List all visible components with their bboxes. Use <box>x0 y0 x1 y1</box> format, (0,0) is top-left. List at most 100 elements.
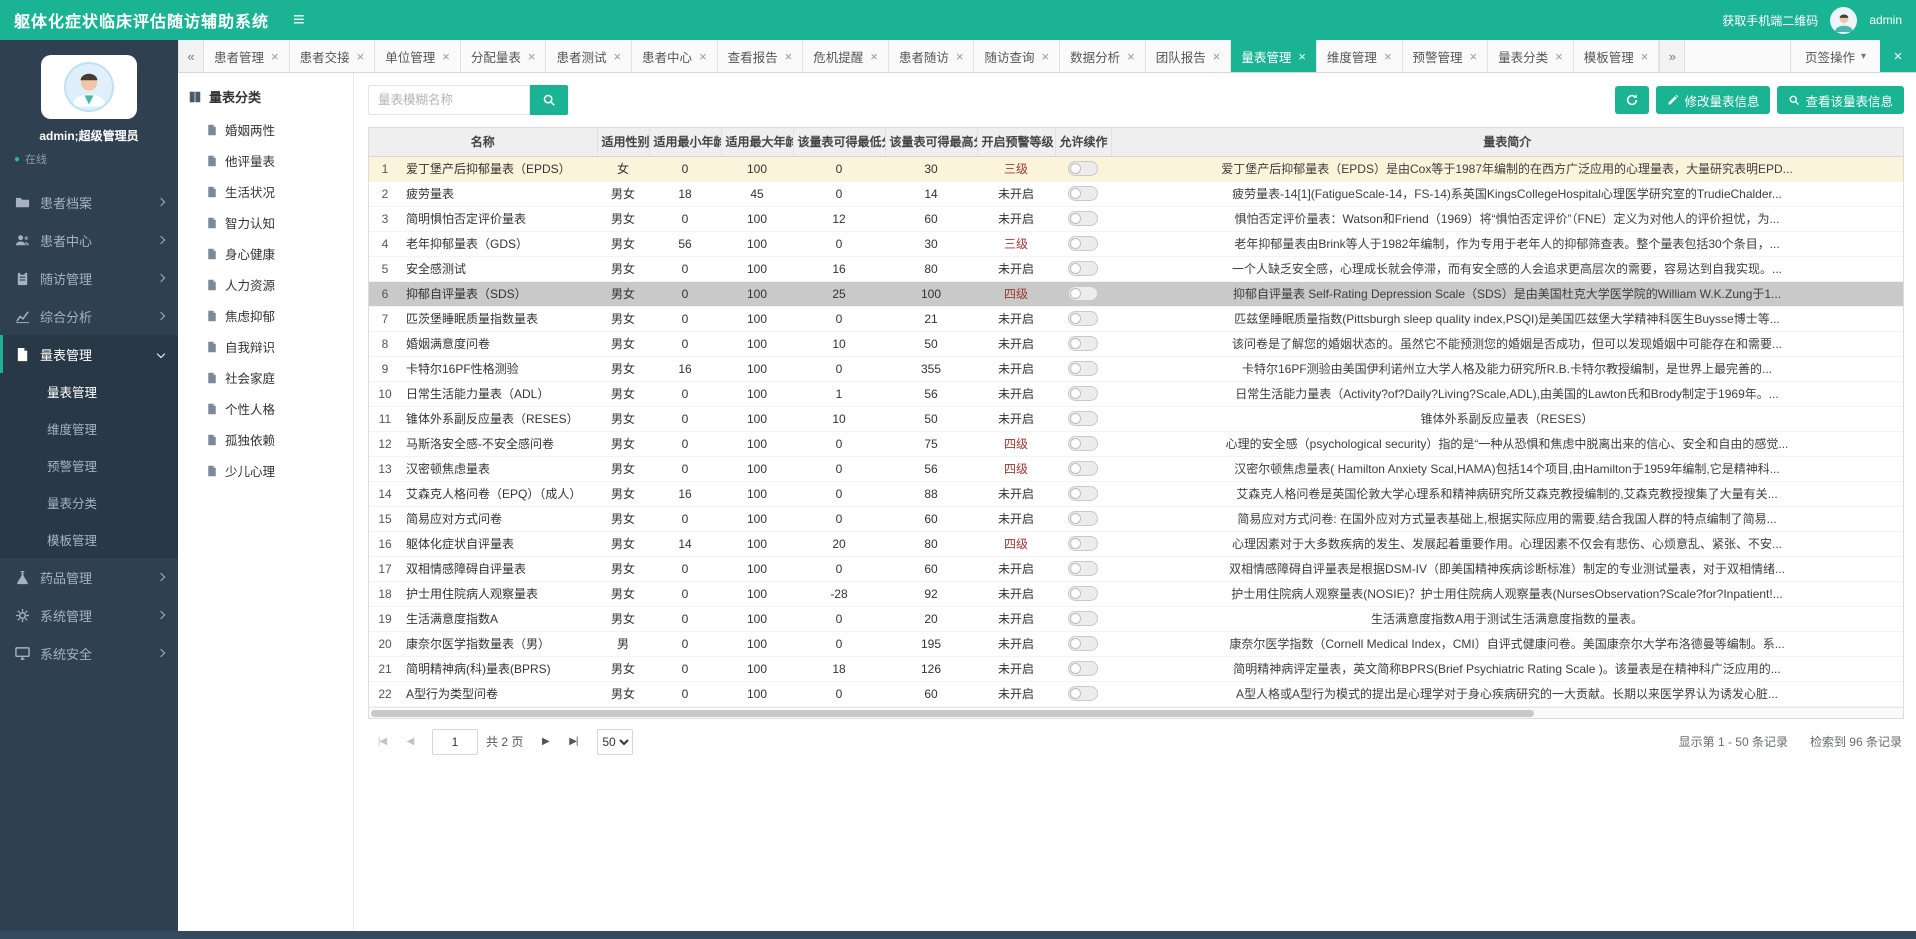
table-row[interactable]: 8 婚姻满意度问卷 男女 0 100 10 50 未开启 <box>369 331 1903 356</box>
tree-item-category[interactable]: 智力认知 <box>188 207 343 238</box>
doctor-avatar[interactable] <box>64 62 114 112</box>
allow-continue-toggle[interactable] <box>1068 261 1098 276</box>
search-button[interactable] <box>530 85 568 115</box>
tree-item-category[interactable]: 婚姻两性 <box>188 114 343 145</box>
allow-continue-toggle[interactable] <box>1068 661 1098 676</box>
allow-continue-toggle[interactable] <box>1068 511 1098 526</box>
tab[interactable]: 患者中心 × <box>632 40 718 72</box>
table-row[interactable]: 18 护士用住院病人观察量表 男女 0 100 -28 92 未开启 <box>369 581 1903 606</box>
allow-continue-toggle[interactable] <box>1068 286 1098 301</box>
tab[interactable]: 量表分类 × <box>1488 40 1574 72</box>
tree-item-category[interactable]: 孤独依赖 <box>188 424 343 455</box>
tab[interactable]: 分配量表 × <box>461 40 547 72</box>
table-row[interactable]: 11 锥体外系副反应量表（RESES） 男女 0 100 10 50 未开启 <box>369 406 1903 431</box>
table-row[interactable]: 7 匹茨堡睡眠质量指数量表 男女 0 100 0 21 未开启 <box>369 306 1903 331</box>
allow-continue-toggle[interactable] <box>1068 411 1098 426</box>
allow-continue-toggle[interactable] <box>1068 436 1098 451</box>
allow-continue-toggle[interactable] <box>1068 236 1098 251</box>
tree-item-category[interactable]: 生活状况 <box>188 176 343 207</box>
refresh-button[interactable] <box>1615 86 1649 114</box>
sidebar-subitem[interactable]: 量表管理 <box>0 373 178 410</box>
sidebar-item-system-security[interactable]: 系统安全 <box>0 634 178 672</box>
allow-continue-toggle[interactable] <box>1068 361 1098 376</box>
tree-item-category[interactable]: 身心健康 <box>188 238 343 269</box>
tree-item-category[interactable]: 自我辩识 <box>188 331 343 362</box>
tab-close-icon[interactable]: × <box>1470 50 1478 63</box>
tab[interactable]: 患者测试 × <box>546 40 632 72</box>
tab[interactable]: 患者管理 × <box>204 40 290 72</box>
tab-close-icon[interactable]: × <box>1127 50 1135 63</box>
allow-continue-toggle[interactable] <box>1068 161 1098 176</box>
prev-page-button[interactable]: ◀ <box>398 730 422 754</box>
next-page-button[interactable]: ▶ <box>533 730 557 754</box>
tab-close-icon[interactable]: × <box>442 50 450 63</box>
allow-continue-toggle[interactable] <box>1068 561 1098 576</box>
allow-continue-toggle[interactable] <box>1068 686 1098 701</box>
table-row[interactable]: 2 疲劳量表 男女 18 45 0 14 未开启 <box>369 181 1903 206</box>
tree-item-category[interactable]: 他评量表 <box>188 145 343 176</box>
table-row[interactable]: 13 汉密顿焦虑量表 男女 0 100 0 56 四级 <box>369 456 1903 481</box>
allow-continue-toggle[interactable] <box>1068 636 1098 651</box>
tab[interactable]: 团队报告 × <box>1146 40 1232 72</box>
tab[interactable]: 维度管理 × <box>1317 40 1403 72</box>
tab-close-icon[interactable]: × <box>1213 50 1221 63</box>
tree-item-category[interactable]: 人力资源 <box>188 269 343 300</box>
tab[interactable]: 危机提醒 × <box>803 40 889 72</box>
sidebar-item-patient-center[interactable]: 患者中心 <box>0 221 178 259</box>
allow-continue-toggle[interactable] <box>1068 211 1098 226</box>
tree-item-category[interactable]: 少儿心理 <box>188 455 343 486</box>
table-row[interactable]: 17 双相情感障碍自评量表 男女 0 100 0 60 未开启 <box>369 556 1903 581</box>
tab-close-icon[interactable]: × <box>1555 50 1563 63</box>
tree-item-category[interactable]: 焦虑抑郁 <box>188 300 343 331</box>
table-row[interactable]: 4 老年抑郁量表（GDS） 男女 56 100 0 30 三级 <box>369 231 1903 256</box>
tab-close-icon[interactable]: × <box>1298 50 1306 63</box>
tree-item-category[interactable]: 个性人格 <box>188 393 343 424</box>
table-row[interactable]: 19 生活满意度指数A 男女 0 100 0 20 未开启 <box>369 606 1903 631</box>
tab-close-icon[interactable]: × <box>956 50 964 63</box>
tab[interactable]: 数据分析 × <box>1060 40 1146 72</box>
allow-continue-toggle[interactable] <box>1068 386 1098 401</box>
allow-continue-toggle[interactable] <box>1068 311 1098 326</box>
table-row[interactable]: 10 日常生活能力量表（ADL） 男女 0 100 1 56 未开启 <box>369 381 1903 406</box>
last-page-button[interactable]: ▶| <box>561 730 585 754</box>
menu-toggle-icon[interactable]: ≡ <box>293 10 305 30</box>
tabs-scroll-right-button[interactable]: » <box>1659 40 1685 72</box>
tab-close-icon[interactable]: × <box>785 50 793 63</box>
sidebar-item-analysis[interactable]: 综合分析 <box>0 297 178 335</box>
qr-code-link[interactable]: 获取手机端二维码 <box>1722 12 1818 29</box>
sidebar-subitem[interactable]: 模板管理 <box>0 521 178 558</box>
table-row[interactable]: 21 简明精神病(科)量表(BPRS) 男女 0 100 18 126 未开启 <box>369 656 1903 681</box>
tab-operations-dropdown[interactable]: 页签操作 ▾ <box>1790 40 1880 72</box>
sidebar-subitem[interactable]: 维度管理 <box>0 410 178 447</box>
sidebar-item-patient-files[interactable]: 患者档案 <box>0 183 178 221</box>
tab-close-icon[interactable]: × <box>1042 50 1050 63</box>
page-number-input[interactable] <box>432 729 478 755</box>
tab-close-icon[interactable]: × <box>271 50 279 63</box>
tabs-scroll-left-button[interactable]: « <box>178 40 204 72</box>
tab[interactable]: 预警管理 × <box>1403 40 1489 72</box>
table-row[interactable]: 16 躯体化症状自评量表 男女 14 100 20 80 四级 <box>369 531 1903 556</box>
tab[interactable]: 单位管理 × <box>375 40 461 72</box>
tab[interactable]: 患者交接 × <box>290 40 376 72</box>
allow-continue-toggle[interactable] <box>1068 461 1098 476</box>
sidebar-item-followup[interactable]: 随访管理 <box>0 259 178 297</box>
horizontal-scrollbar-thumb[interactable] <box>371 710 1534 717</box>
sidebar-item-medicine[interactable]: 药品管理 <box>0 558 178 596</box>
allow-continue-toggle[interactable] <box>1068 611 1098 626</box>
table-row[interactable]: 5 安全感测试 男女 0 100 16 80 未开启 <box>369 256 1903 281</box>
sidebar-subitem[interactable]: 量表分类 <box>0 484 178 521</box>
tab-close-icon[interactable]: × <box>1384 50 1392 63</box>
tab[interactable]: 患者随访 × <box>889 40 975 72</box>
sidebar-subitem[interactable]: 预警管理 <box>0 447 178 484</box>
user-avatar[interactable] <box>1830 7 1857 34</box>
tab-close-icon[interactable]: × <box>870 50 878 63</box>
tab[interactable]: 查看报告 × <box>718 40 804 72</box>
sidebar-item-system-management[interactable]: 系统管理 <box>0 596 178 634</box>
horizontal-scrollbar[interactable] <box>368 707 1904 719</box>
page-size-select[interactable]: 50 <box>597 729 633 755</box>
tab[interactable]: 模板管理 × <box>1574 40 1660 72</box>
allow-continue-toggle[interactable] <box>1068 586 1098 601</box>
allow-continue-toggle[interactable] <box>1068 536 1098 551</box>
tab-close-icon[interactable]: × <box>528 50 536 63</box>
tab-close-icon[interactable]: × <box>613 50 621 63</box>
